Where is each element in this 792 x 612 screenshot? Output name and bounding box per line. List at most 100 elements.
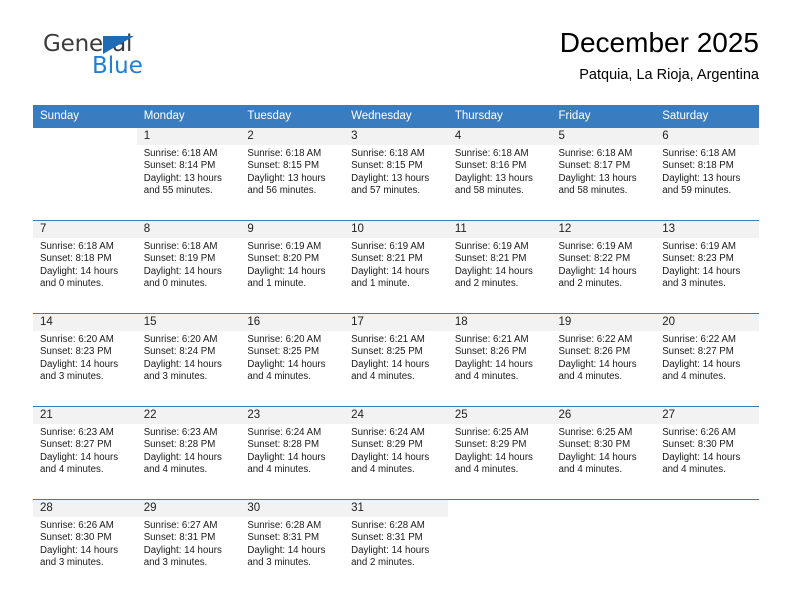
calendar-day-cell[interactable]: 2 Sunrise: 6:18 AM Sunset: 8:15 PM Daylight… <box>240 127 345 214</box>
calendar-day-cell[interactable]: 22 Sunrise: 6:23 AM Sunset: 8:28 PM Dayligh… <box>136 406 241 493</box>
calendar-week-row: 28 Sunrise: 6:26 AM Sunset: 8:30 PM Dayligh… <box>33 499 759 586</box>
day-number: 24 <box>344 407 448 424</box>
day-details: Sunrise: 6:18 AM Sunset: 8:18 PM Daylight:… <box>655 145 759 198</box>
calendar-header-row: Sunday Monday Tuesday Wednesday Thursday… <box>33 105 759 127</box>
calendar-cell-inner: 26 Sunrise: 6:25 AM Sunset: 8:30 PM Dayligh… <box>551 406 656 493</box>
calendar-day-cell[interactable]: 3 Sunrise: 6:18 AM Sunset: 8:15 PM Daylight… <box>344 127 448 214</box>
daylight-text: Daylight: 14 hours and 0 minutes. <box>143 265 222 290</box>
calendar-day-cell[interactable]: 30 Sunrise: 6:28 AM Sunset: 8:31 PM Dayligh… <box>240 499 345 586</box>
calendar-day-cell[interactable]: 12 Sunrise: 6:19 AM Sunset: 8:22 PM Dayligh… <box>551 220 656 307</box>
sunrise-text: Sunrise: 6:18 AM <box>558 148 633 159</box>
calendar-day-cell[interactable]: 24 Sunrise: 6:24 AM Sunset: 8:29 PM Dayligh… <box>344 406 448 493</box>
sunrise-text: Sunrise: 6:25 AM <box>454 427 529 438</box>
sunset-text: Sunset: 8:25 PM <box>351 346 423 358</box>
calendar-day-cell[interactable]: 4 Sunrise: 6:18 AM Sunset: 8:16 PM Daylight… <box>447 127 552 214</box>
calendar-cell-inner: 24 Sunrise: 6:24 AM Sunset: 8:29 PM Dayligh… <box>344 406 448 493</box>
sunrise-text: Sunrise: 6:19 AM <box>558 241 633 252</box>
weekday-header-sunday: Sunday <box>33 105 137 127</box>
calendar-day-cell[interactable]: 6 Sunrise: 6:18 AM Sunset: 8:18 PM Daylight… <box>655 127 759 214</box>
calendar-day-cell[interactable]: 17 Sunrise: 6:21 AM Sunset: 8:25 PM Dayligh… <box>344 313 448 400</box>
sunset-text: Sunset: 8:26 PM <box>454 346 527 358</box>
sunrise-text: Sunrise: 6:26 AM <box>40 520 114 531</box>
daylight-text: Daylight: 14 hours and 1 minute. <box>351 265 430 290</box>
day-details: Sunrise: 6:23 AM Sunset: 8:28 PM Daylight:… <box>137 424 241 477</box>
calendar-day-cell[interactable]: 15 Sunrise: 6:20 AM Sunset: 8:24 PM Dayligh… <box>136 313 241 400</box>
daylight-text: Daylight: 14 hours and 4 minutes. <box>247 451 326 476</box>
calendar-day-cell[interactable]: 29 Sunrise: 6:27 AM Sunset: 8:31 PM Dayligh… <box>136 499 241 586</box>
calendar-day-cell[interactable]: 21 Sunrise: 6:23 AM Sunset: 8:27 PM Dayligh… <box>33 406 137 493</box>
day-number: 17 <box>344 314 448 331</box>
sunset-text: Sunset: 8:31 PM <box>247 532 320 544</box>
general-blue-logo[interactable]: General Blue <box>33 31 233 89</box>
calendar-cell-inner: 29 Sunrise: 6:27 AM Sunset: 8:31 PM Dayligh… <box>136 499 241 586</box>
page-subtitle: Patquia, La Rioja, Argentina <box>579 67 759 83</box>
sunrise-text: Sunrise: 6:24 AM <box>247 427 322 438</box>
calendar-day-cell[interactable]: 25 Sunrise: 6:25 AM Sunset: 8:29 PM Dayligh… <box>447 406 552 493</box>
calendar-day-cell[interactable]: 23 Sunrise: 6:24 AM Sunset: 8:28 PM Dayligh… <box>240 406 345 493</box>
calendar-cell-inner: 14 Sunrise: 6:20 AM Sunset: 8:23 PM Dayligh… <box>33 313 137 400</box>
sunrise-text: Sunrise: 6:18 AM <box>247 148 322 159</box>
day-number <box>33 128 137 145</box>
page-header: General Blue December 2025 Patquia, La R… <box>33 26 759 94</box>
sunset-text: Sunset: 8:28 PM <box>143 439 216 451</box>
day-details: Sunrise: 6:19 AM Sunset: 8:20 PM Daylight:… <box>240 238 344 291</box>
sunrise-text: Sunrise: 6:18 AM <box>143 241 218 252</box>
day-details: Sunrise: 6:19 AM Sunset: 8:22 PM Daylight:… <box>552 238 656 291</box>
daylight-text: Daylight: 13 hours and 56 minutes. <box>247 172 326 197</box>
sunset-text: Sunset: 8:18 PM <box>40 253 112 265</box>
weekday-header-monday: Monday <box>136 105 241 127</box>
sunset-text: Sunset: 8:27 PM <box>662 346 734 358</box>
calendar-day-cell[interactable]: 1 Sunrise: 6:18 AM Sunset: 8:14 PM Daylight… <box>136 127 241 214</box>
day-details: Sunrise: 6:18 AM Sunset: 8:17 PM Daylight:… <box>552 145 656 198</box>
sunset-text: Sunset: 8:29 PM <box>351 439 423 451</box>
sunset-text: Sunset: 8:18 PM <box>662 160 734 172</box>
day-details: Sunrise: 6:20 AM Sunset: 8:25 PM Daylight:… <box>240 331 344 384</box>
calendar-day-cell[interactable]: 11 Sunrise: 6:19 AM Sunset: 8:21 PM Dayligh… <box>447 220 552 307</box>
day-number: 10 <box>344 221 448 238</box>
calendar-cell-inner: 7 Sunrise: 6:18 AM Sunset: 8:18 PM Daylight… <box>33 220 137 307</box>
calendar-cell-inner: 28 Sunrise: 6:26 AM Sunset: 8:30 PM Dayligh… <box>33 499 137 586</box>
sunrise-text: Sunrise: 6:22 AM <box>558 334 633 345</box>
sunrise-text: Sunrise: 6:23 AM <box>143 427 218 438</box>
sunset-text: Sunset: 8:25 PM <box>247 346 320 358</box>
calendar-day-cell[interactable]: 19 Sunrise: 6:22 AM Sunset: 8:26 PM Dayligh… <box>551 313 656 400</box>
calendar-day-cell[interactable]: 20 Sunrise: 6:22 AM Sunset: 8:27 PM Dayligh… <box>655 313 759 400</box>
blue-flag-triangle-icon <box>103 36 134 54</box>
calendar-day-cell[interactable]: 16 Sunrise: 6:20 AM Sunset: 8:25 PM Dayligh… <box>240 313 345 400</box>
daylight-text: Daylight: 14 hours and 2 minutes. <box>351 544 430 569</box>
day-details: Sunrise: 6:27 AM Sunset: 8:31 PM Daylight:… <box>137 517 241 570</box>
day-details: Sunrise: 6:18 AM Sunset: 8:18 PM Daylight:… <box>33 238 137 291</box>
calendar-day-cell[interactable]: 27 Sunrise: 6:26 AM Sunset: 8:30 PM Dayligh… <box>655 406 759 493</box>
calendar-day-cell[interactable]: 9 Sunrise: 6:19 AM Sunset: 8:20 PM Daylight… <box>240 220 345 307</box>
day-details: Sunrise: 6:18 AM Sunset: 8:19 PM Daylight:… <box>137 238 241 291</box>
sunset-text: Sunset: 8:28 PM <box>247 439 320 451</box>
day-details: Sunrise: 6:18 AM Sunset: 8:15 PM Daylight:… <box>344 145 448 198</box>
daylight-text: Daylight: 14 hours and 4 minutes. <box>351 358 430 383</box>
sunset-text: Sunset: 8:30 PM <box>558 439 631 451</box>
daylight-text: Daylight: 14 hours and 4 minutes. <box>662 358 741 383</box>
calendar-day-cell[interactable]: 18 Sunrise: 6:21 AM Sunset: 8:26 PM Dayligh… <box>447 313 552 400</box>
sunrise-text: Sunrise: 6:18 AM <box>662 148 736 159</box>
calendar-day-cell[interactable]: 26 Sunrise: 6:25 AM Sunset: 8:30 PM Dayligh… <box>551 406 656 493</box>
calendar-day-cell[interactable]: 10 Sunrise: 6:19 AM Sunset: 8:21 PM Dayligh… <box>344 220 448 307</box>
sunrise-text: Sunrise: 6:20 AM <box>247 334 322 345</box>
weekday-header-thursday: Thursday <box>447 105 552 127</box>
daylight-text: Daylight: 14 hours and 4 minutes. <box>662 451 741 476</box>
calendar-day-cell[interactable]: 13 Sunrise: 6:19 AM Sunset: 8:23 PM Dayligh… <box>655 220 759 307</box>
calendar-cell-inner: 25 Sunrise: 6:25 AM Sunset: 8:29 PM Dayligh… <box>447 406 552 493</box>
daylight-text: Daylight: 14 hours and 4 minutes. <box>558 358 637 383</box>
calendar-day-cell[interactable]: 28 Sunrise: 6:26 AM Sunset: 8:30 PM Dayligh… <box>33 499 137 586</box>
calendar-day-cell[interactable]: 7 Sunrise: 6:18 AM Sunset: 8:18 PM Daylight… <box>33 220 137 307</box>
day-number: 8 <box>136 221 241 238</box>
calendar-day-cell[interactable]: 8 Sunrise: 6:18 AM Sunset: 8:19 PM Daylight… <box>136 220 241 307</box>
calendar-cell-inner: 10 Sunrise: 6:19 AM Sunset: 8:21 PM Dayligh… <box>344 220 448 307</box>
sunrise-text: Sunrise: 6:21 AM <box>454 334 529 345</box>
calendar-day-cell[interactable]: 31 Sunrise: 6:28 AM Sunset: 8:31 PM Dayligh… <box>344 499 448 586</box>
daylight-text: Daylight: 14 hours and 4 minutes. <box>558 451 637 476</box>
calendar-cell-inner <box>447 499 552 586</box>
logo-text-blue: Blue <box>92 53 143 79</box>
calendar-day-cell[interactable]: 5 Sunrise: 6:18 AM Sunset: 8:17 PM Daylight… <box>551 127 656 214</box>
sunset-text: Sunset: 8:29 PM <box>454 439 527 451</box>
calendar-cell-inner: 3 Sunrise: 6:18 AM Sunset: 8:15 PM Daylight… <box>344 127 448 214</box>
calendar-day-cell[interactable]: 14 Sunrise: 6:20 AM Sunset: 8:23 PM Dayligh… <box>33 313 137 400</box>
